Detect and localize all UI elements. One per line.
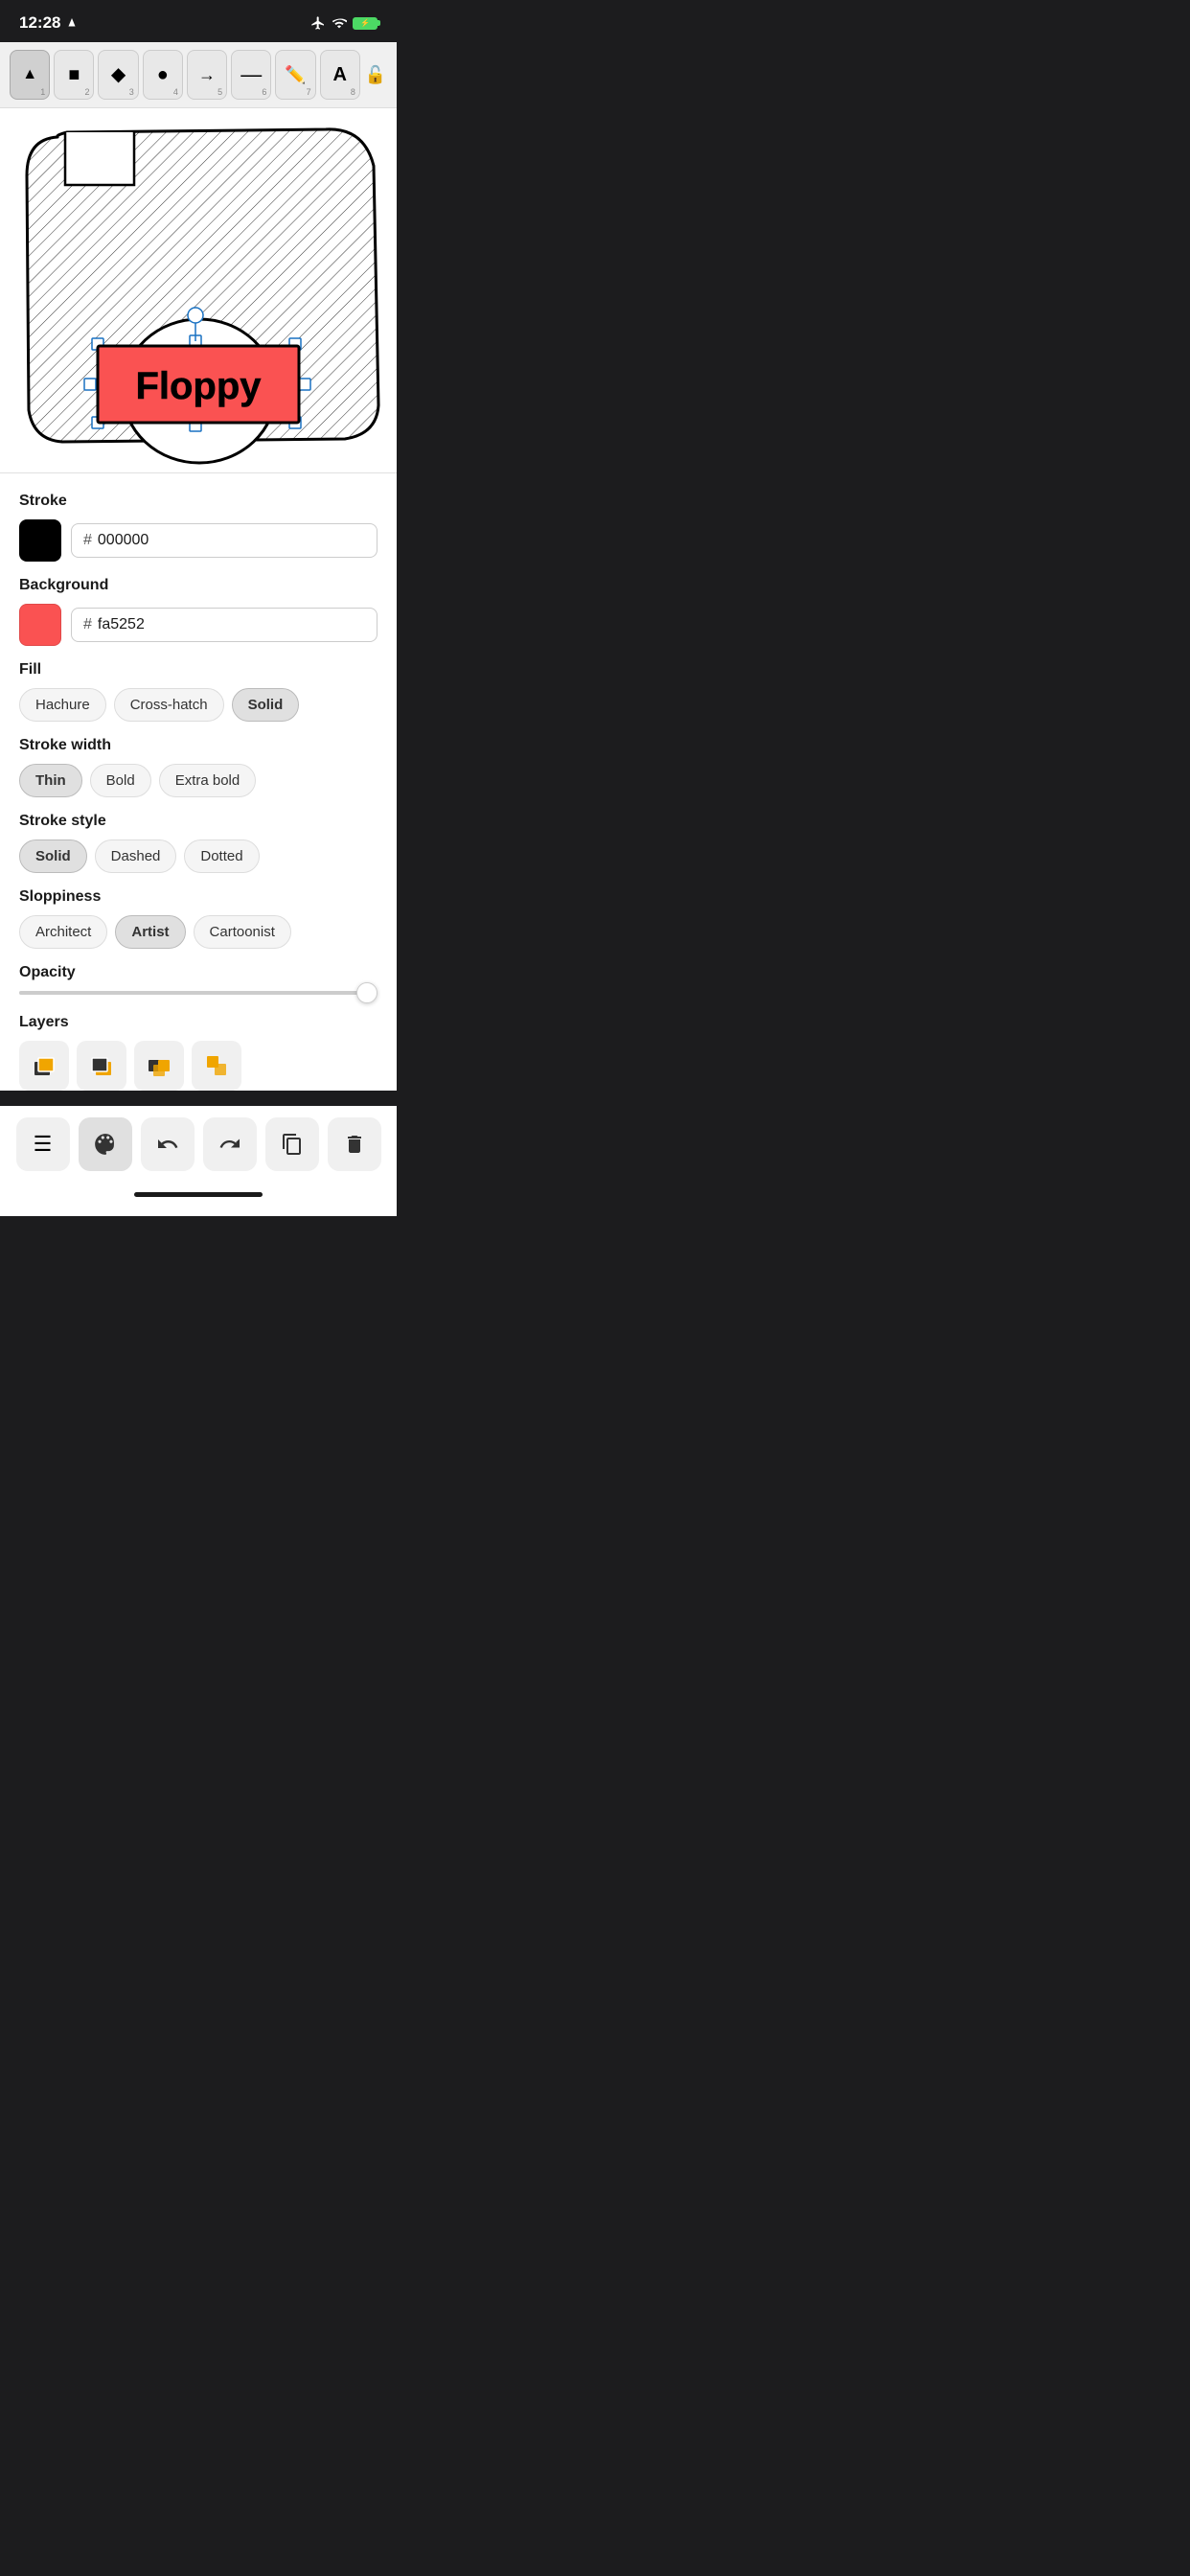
action-bar: ☰: [0, 1106, 397, 1183]
stroke-style-dotted[interactable]: Dotted: [184, 840, 259, 873]
wifi-icon: [332, 15, 347, 31]
stroke-width-thin[interactable]: Thin: [19, 764, 82, 797]
tool-text[interactable]: A 8: [320, 50, 360, 100]
airplane-icon: [310, 15, 326, 31]
sloppiness-options: Architect Artist Cartoonist: [19, 915, 378, 949]
fill-hachure[interactable]: Hachure: [19, 688, 106, 722]
sloppiness-cartoonist[interactable]: Cartoonist: [194, 915, 291, 949]
opacity-section: Opacity: [19, 964, 378, 995]
background-hash: #: [83, 616, 92, 633]
fill-options: Hachure Cross-hatch Solid: [19, 688, 378, 722]
bring-to-front-button[interactable]: [77, 1041, 126, 1091]
status-time: 12:28: [19, 13, 78, 33]
toolbar: ▲ 1 ■ 2 ◆ 3 ● 4 → 5 — 6 ✏️ 7 A 8 🔓: [0, 42, 397, 108]
tool-diamond[interactable]: ◆ 3: [98, 50, 138, 100]
ungroup-button[interactable]: [192, 1041, 241, 1091]
canvas-svg: Floppy: [0, 108, 397, 472]
layers-icons: [19, 1041, 378, 1091]
stroke-color-input[interactable]: [98, 532, 365, 549]
group-button[interactable]: [134, 1041, 184, 1091]
layers-label: Layers: [19, 1014, 378, 1031]
tool-rectangle[interactable]: ■ 2: [54, 50, 94, 100]
home-bar: [134, 1192, 263, 1197]
fill-cross-hatch[interactable]: Cross-hatch: [114, 688, 224, 722]
lock-button[interactable]: 🔓: [364, 60, 387, 89]
home-indicator: [0, 1183, 397, 1216]
stroke-hash: #: [83, 532, 92, 549]
menu-button[interactable]: ☰: [16, 1117, 70, 1171]
layers-section: Layers: [19, 1014, 378, 1091]
undo-button[interactable]: [141, 1117, 195, 1171]
tool-arrow[interactable]: → 5: [187, 50, 227, 100]
stroke-label: Stroke: [19, 493, 378, 510]
stroke-color-row: #: [19, 519, 378, 562]
background-input-wrap[interactable]: #: [71, 608, 378, 642]
stroke-width-options: Thin Bold Extra bold: [19, 764, 378, 797]
opacity-thumb[interactable]: [356, 982, 378, 1003]
sloppiness-artist[interactable]: Artist: [115, 915, 185, 949]
background-swatch[interactable]: [19, 604, 61, 646]
palette-button[interactable]: [79, 1117, 132, 1171]
stroke-style-dashed[interactable]: Dashed: [95, 840, 177, 873]
sloppiness-label: Sloppiness: [19, 888, 378, 906]
tool-pen[interactable]: ✏️ 7: [275, 50, 315, 100]
background-color-input[interactable]: [98, 616, 365, 633]
duplicate-button[interactable]: [265, 1117, 319, 1171]
sloppiness-architect[interactable]: Architect: [19, 915, 107, 949]
fill-solid[interactable]: Solid: [232, 688, 300, 722]
opacity-label: Opacity: [19, 964, 378, 981]
delete-button[interactable]: [328, 1117, 381, 1171]
stroke-style-solid[interactable]: Solid: [19, 840, 87, 873]
tool-ellipse[interactable]: ● 4: [143, 50, 183, 100]
properties-panel: Stroke # Background # Fill Hachure Cross…: [0, 472, 397, 1091]
tool-select[interactable]: ▲ 1: [10, 50, 50, 100]
send-to-back-button[interactable]: [19, 1041, 69, 1091]
background-label: Background: [19, 577, 378, 594]
status-icons: ⚡: [310, 15, 378, 31]
stroke-width-bold[interactable]: Bold: [90, 764, 151, 797]
background-color-row: #: [19, 604, 378, 646]
tool-line[interactable]: — 6: [231, 50, 271, 100]
stroke-style-label: Stroke style: [19, 813, 378, 830]
stroke-style-options: Solid Dashed Dotted: [19, 840, 378, 873]
canvas-area[interactable]: Floppy: [0, 108, 397, 472]
fill-label: Fill: [19, 661, 378, 678]
redo-button[interactable]: [203, 1117, 257, 1171]
battery-indicator: ⚡: [353, 17, 378, 30]
stroke-swatch[interactable]: [19, 519, 61, 562]
stroke-input-wrap[interactable]: #: [71, 523, 378, 558]
stroke-width-extra-bold[interactable]: Extra bold: [159, 764, 257, 797]
stroke-width-label: Stroke width: [19, 737, 378, 754]
svg-text:Floppy: Floppy: [135, 365, 262, 407]
status-bar: 12:28 ⚡: [0, 0, 397, 42]
opacity-slider[interactable]: [19, 991, 378, 995]
